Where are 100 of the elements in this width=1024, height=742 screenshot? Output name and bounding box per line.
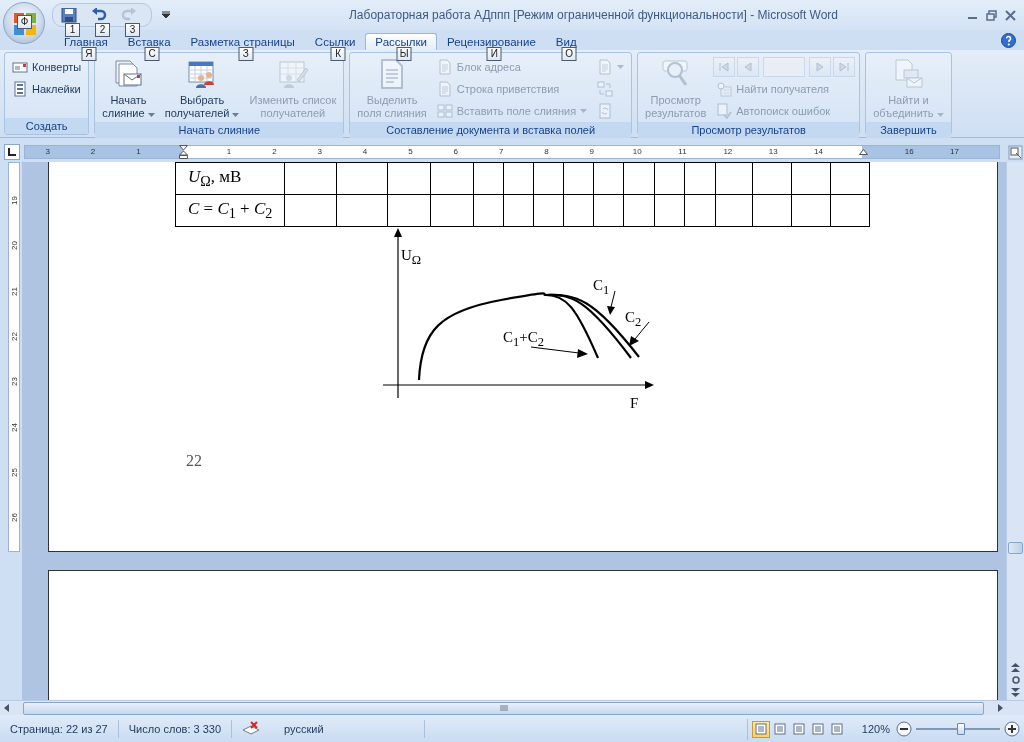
curve-label: C$_{1}$ — [593, 277, 610, 298]
previous-page-button[interactable] — [1011, 663, 1020, 672]
page-view-icon — [792, 723, 805, 735]
group-title: Составление документа и вставка полей — [350, 122, 632, 138]
ribbon-tab[interactable]: Рассылки — [365, 33, 437, 50]
find-person-icon — [716, 81, 733, 97]
ruler-number: 1 — [226, 147, 232, 157]
keytip: Ы — [396, 47, 412, 61]
ruler-number: 2 — [90, 147, 96, 157]
ruler-number: 4 — [362, 147, 368, 157]
field-swap-icon — [597, 81, 614, 97]
ribbon-tab[interactable]: Рецензирование — [437, 33, 546, 50]
axis-label: F — [630, 395, 639, 411]
ruler-number: 19 — [9, 196, 19, 206]
ruler-number: 20 — [9, 241, 19, 251]
page-view-icon — [754, 723, 767, 735]
save-icon — [61, 7, 77, 23]
ruler-number: 2 — [272, 147, 277, 157]
slider-thumb[interactable] — [956, 723, 965, 735]
zoom-out-button[interactable] — [896, 721, 912, 737]
zoom-level[interactable]: 120% — [849, 723, 896, 735]
ruler-number: 26 — [9, 513, 19, 523]
group-title: Завершить — [866, 122, 951, 138]
right-arrow-icon[interactable] — [996, 704, 1004, 712]
group-title: Просмотр результатов — [638, 122, 860, 138]
keytip: С — [144, 47, 160, 61]
scroll-thumb[interactable] — [1008, 542, 1023, 554]
indent-marker-icon — [179, 145, 189, 159]
vertical-scrollbar[interactable] — [1006, 162, 1024, 700]
ribbon-button[interactable]: Наклейки — [9, 78, 85, 100]
minus-icon — [896, 721, 912, 737]
keytip: Ф — [17, 15, 32, 29]
ruler-number: 3 — [45, 147, 50, 157]
first-icon — [719, 62, 730, 72]
curve-label: C$_{1}$+C$_{2}$ — [503, 329, 544, 350]
keytip: Я — [81, 47, 97, 61]
keytip: О — [561, 47, 577, 61]
keytip: И — [486, 47, 502, 61]
tab-stop-selector[interactable] — [4, 144, 20, 160]
ruler-number: 7 — [498, 147, 504, 157]
view-ruler-icon[interactable] — [1008, 144, 1023, 160]
plus-icon — [1004, 721, 1020, 737]
ribbon-tab[interactable]: Разметка страницы — [180, 33, 305, 50]
ruler-number: 10 — [632, 147, 642, 157]
left-arrow-icon[interactable] — [3, 704, 11, 712]
table-cell: U$_{Ω}$, мВ — [175, 162, 285, 195]
word-count[interactable]: Число слов: 3 330 — [118, 720, 233, 738]
document-icon — [436, 59, 453, 75]
previous-icon — [743, 62, 754, 72]
ruler-number: 25 — [9, 467, 19, 477]
ruler-number: 23 — [9, 377, 19, 387]
keytip: 3 — [125, 22, 140, 37]
pointer-arrow — [607, 290, 616, 315]
ruler-number: 1 — [136, 147, 141, 157]
ruler-number: 3 — [317, 147, 322, 157]
ruler-number: 11 — [678, 147, 687, 157]
envelope-icon — [12, 59, 28, 75]
indent-marker-icon — [859, 149, 869, 155]
restore-icon[interactable] — [986, 9, 997, 21]
keytip: 2 — [95, 22, 110, 37]
browse-object-button[interactable] — [1011, 676, 1020, 684]
ribbon-tab[interactable]: Вид — [545, 33, 587, 50]
right-indent-marker[interactable] — [859, 149, 869, 155]
keytip: З — [238, 47, 254, 61]
table-cell: C = C$_{1}$ + C$_{2}$ — [175, 194, 285, 227]
next-page-button[interactable] — [1011, 688, 1020, 697]
curve-label: C$_{2}$ — [625, 309, 642, 330]
printer-envelope-icon — [892, 58, 925, 90]
language-indicator[interactable]: русский — [264, 720, 425, 738]
customize-caret-icon[interactable] — [162, 11, 170, 19]
ruler-number: 16 — [904, 147, 914, 157]
double-up-arrow-icon — [1011, 663, 1020, 672]
page-view-icon — [830, 723, 843, 735]
group-title: Начать слияние — [95, 122, 344, 138]
office-button[interactable]: Ф — [3, 2, 45, 44]
document-pencil-icon — [597, 59, 614, 75]
ruler-number: 8 — [544, 147, 549, 157]
book-error-icon[interactable] — [242, 721, 261, 737]
field-grid-icon — [436, 103, 453, 119]
grip-icon — [499, 705, 508, 711]
ruler-number: 24 — [9, 422, 19, 432]
axis-label: U$_{Ω}$ — [401, 247, 422, 268]
tab-stop-icon — [8, 148, 16, 156]
page-number: 22 — [186, 452, 202, 470]
documents-envelope-icon — [112, 58, 145, 90]
ruler-number: 9 — [589, 147, 594, 157]
zoom-in-button[interactable] — [1004, 721, 1020, 737]
help-icon[interactable] — [1001, 32, 1016, 48]
double-down-arrow-icon — [1011, 688, 1020, 697]
view-button[interactable] — [751, 720, 770, 738]
ribbon-tab[interactable]: Ссылки — [304, 33, 366, 50]
ruler-number: 17 — [950, 147, 959, 157]
next-icon — [815, 62, 826, 72]
ruler-number: 5 — [408, 147, 413, 157]
pointer-arrow — [530, 346, 588, 358]
last-icon — [839, 62, 850, 72]
indent-marker[interactable] — [179, 145, 189, 159]
close-icon[interactable] — [1005, 9, 1016, 21]
page-count[interactable]: Страница: 22 из 27 — [0, 720, 119, 738]
circle-icon — [1011, 676, 1020, 684]
